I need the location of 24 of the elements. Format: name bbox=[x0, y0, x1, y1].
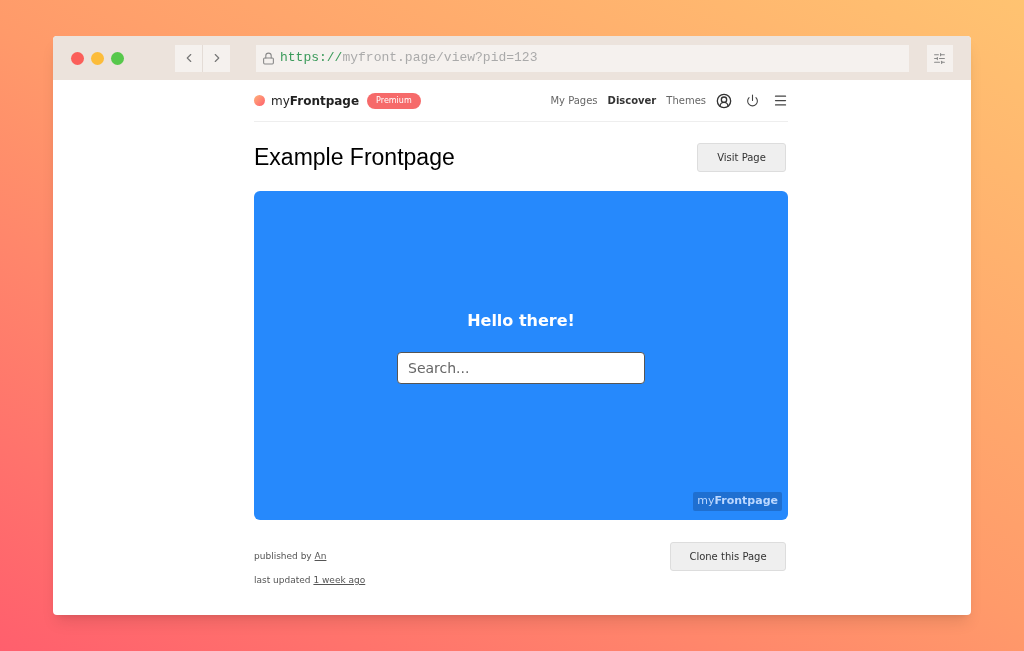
published-by-text: published by An bbox=[254, 549, 328, 563]
back-button[interactable] bbox=[175, 44, 203, 72]
nav-link[interactable]: Discover bbox=[607, 93, 657, 108]
visit-page-button[interactable]: Visit Page bbox=[697, 142, 786, 172]
account-icon[interactable] bbox=[716, 92, 732, 109]
search-field[interactable]: Search... bbox=[397, 351, 645, 384]
clone-page-button[interactable]: Clone this Page bbox=[670, 541, 786, 571]
updated-link[interactable]: 1 week ago bbox=[313, 575, 366, 585]
preview-heading: Hello there! bbox=[467, 309, 575, 332]
page-title: Example Frontpage bbox=[254, 143, 455, 172]
premium-badge: Premium bbox=[367, 92, 421, 109]
url-text: https://myfront.page/view?pid=123 bbox=[280, 49, 538, 68]
settings-button[interactable] bbox=[926, 44, 953, 72]
forward-button[interactable] bbox=[203, 44, 230, 72]
author-link[interactable]: An bbox=[314, 550, 327, 561]
logo[interactable]: myFrontpage bbox=[271, 91, 360, 110]
nav-link[interactable]: Themes bbox=[666, 93, 706, 108]
menu-icon[interactable] bbox=[773, 93, 788, 108]
settings-icon bbox=[933, 51, 947, 65]
nav-link[interactable]: My Pages bbox=[550, 93, 598, 108]
last-updated-text: last updated 1 week ago bbox=[254, 574, 366, 587]
lock-icon bbox=[262, 51, 275, 65]
power-icon[interactable] bbox=[746, 94, 759, 107]
watermark-logo: myFrontpage bbox=[693, 492, 782, 511]
